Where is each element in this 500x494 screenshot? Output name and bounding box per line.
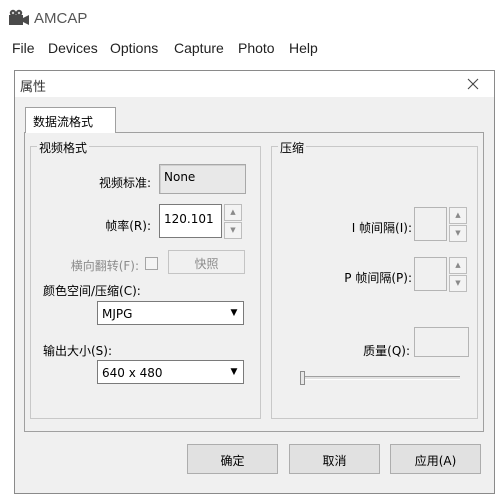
quality-slider-thumb[interactable] [300,371,305,385]
spin-up-icon[interactable]: ▲ [224,204,242,221]
quality-label: 质量(Q): [363,344,410,358]
quality-input [414,327,469,357]
i-frame-label: I 帧间隔(I): [351,221,412,235]
colorspace-value: MJPG [102,307,133,321]
output-size-select[interactable]: 640 x 480 ▼ [97,360,244,384]
p-frame-label: P 帧间隔(P): [344,271,412,285]
flip-label: 横向翻转(F): [70,259,139,273]
menubar: File Devices Options Capture Photo Help [0,40,500,62]
dialog-titlebar: 属性 [15,71,494,97]
app-title: AMCAP [34,10,88,27]
group-caption: 压缩 [278,139,307,156]
menu-devices[interactable]: Devices [48,40,98,56]
spin-up-icon: ▲ [449,207,467,224]
menu-file[interactable]: File [12,40,35,56]
app-titlebar: AMCAP [0,0,500,36]
cancel-button[interactable]: 取消 [289,444,380,474]
menu-help[interactable]: Help [289,40,318,56]
p-frame-input [414,257,447,291]
quality-slider-track[interactable] [300,376,460,380]
spin-down-icon: ▼ [449,225,467,242]
dialog-title: 属性 [20,80,47,95]
video-format-group: 视频格式 视频标准: None 帧率(R): 120.101 ▲ ▼ 横向翻转(… [30,139,261,419]
framerate-input[interactable]: 120.101 [159,204,222,238]
colorspace-select[interactable]: MJPG ▼ [97,301,244,325]
menu-options[interactable]: Options [110,40,158,56]
i-frame-input [414,207,447,241]
output-size-label: 输出大小(S): [43,344,113,358]
close-icon[interactable] [463,74,483,94]
chevron-down-icon[interactable]: ▼ [226,303,242,323]
video-standard-value: None [159,164,246,194]
video-standard-label: 视频标准: [98,176,151,190]
group-caption: 视频格式 [37,139,90,156]
menu-capture[interactable]: Capture [174,40,224,56]
compression-group: 压缩 I 帧间隔(I): ▲ ▼ P 帧间隔(P): ▲ ▼ 质量(Q): [271,139,478,419]
i-frame-spinner: ▲ ▼ [449,207,467,242]
menu-photo[interactable]: Photo [238,40,275,56]
colorspace-label: 颜色空间/压缩(C): [43,284,141,298]
apply-button[interactable]: 应用(A) [390,444,481,474]
tab-panel: 视频格式 视频标准: None 帧率(R): 120.101 ▲ ▼ 横向翻转(… [24,132,484,432]
output-size-value: 640 x 480 [102,366,163,380]
tab-label: 数据流格式 [33,115,94,129]
spin-down-icon: ▼ [449,275,467,292]
tab-stream-format[interactable]: 数据流格式 [25,107,116,133]
ok-button[interactable]: 确定 [187,444,278,474]
p-frame-spinner: ▲ ▼ [449,257,467,292]
properties-dialog: 属性 数据流格式 视频格式 视频标准: None 帧率(R): 120.101 … [14,70,495,494]
flip-checkbox[interactable] [145,257,158,270]
spin-down-icon[interactable]: ▼ [224,222,242,239]
snapshot-button[interactable]: 快照 [168,250,245,274]
chevron-down-icon[interactable]: ▼ [226,362,242,382]
camera-icon [8,9,30,27]
framerate-label: 帧率(R): [105,219,151,233]
spin-up-icon: ▲ [449,257,467,274]
framerate-spinner[interactable]: ▲ ▼ [224,204,242,239]
